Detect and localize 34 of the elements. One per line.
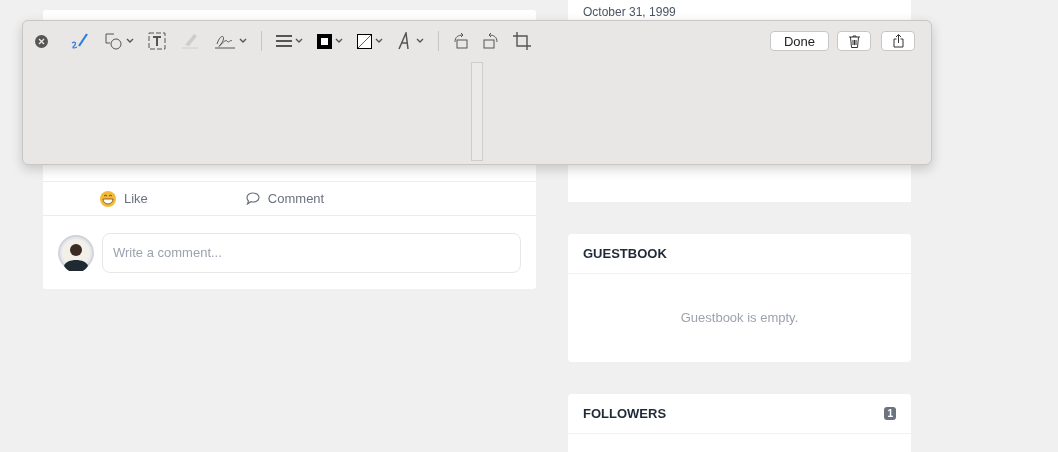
shapes-icon xyxy=(105,32,123,50)
count-badge: 1 xyxy=(884,407,896,420)
caret-icon xyxy=(126,38,134,44)
card-title: GUESTBOOK xyxy=(583,244,667,263)
comment-button[interactable]: Comment xyxy=(245,188,325,209)
resize-handle[interactable] xyxy=(471,62,483,161)
highlighter-icon xyxy=(180,32,200,50)
line-style-icon xyxy=(276,34,292,48)
rotate-right-icon xyxy=(453,32,469,50)
birth-date: October 31, 1999 xyxy=(583,5,677,19)
trash-icon xyxy=(848,34,860,48)
like-button[interactable]: Like xyxy=(100,188,148,209)
caret-icon xyxy=(239,38,247,44)
close-icon[interactable] xyxy=(35,34,48,48)
crop-icon xyxy=(513,32,531,50)
share-button[interactable] xyxy=(881,31,915,51)
caret-icon xyxy=(295,38,303,44)
fill-color-icon xyxy=(357,33,372,49)
speech-bubble-icon xyxy=(245,192,260,205)
caret-icon xyxy=(335,38,343,44)
border-color-icon xyxy=(317,33,332,49)
comment-field[interactable]: Write a comment... xyxy=(102,232,521,273)
caret-icon xyxy=(375,38,383,44)
done-button[interactable]: Done xyxy=(770,31,829,51)
caret-icon xyxy=(416,38,424,44)
empty-message: Guestbook is empty. xyxy=(680,309,799,328)
laughing-emoji-icon xyxy=(100,190,116,207)
text-box-icon xyxy=(148,32,166,50)
avatar xyxy=(58,234,94,271)
share-icon xyxy=(892,34,904,48)
rotate-left-icon xyxy=(483,32,499,50)
trash-button[interactable] xyxy=(837,31,871,51)
card-title: FOLLOWERS xyxy=(583,404,667,423)
pen-icon xyxy=(69,31,91,51)
